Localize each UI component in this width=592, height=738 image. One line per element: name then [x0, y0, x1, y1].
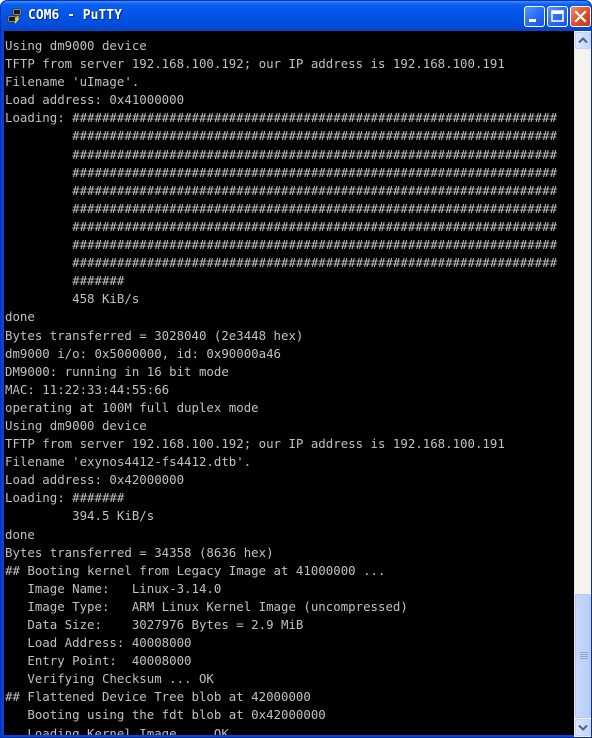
terminal-line: 394.5 KiB/s	[5, 508, 155, 524]
thumb-grip	[580, 652, 588, 653]
terminal-line: Bytes transferred = 3028040 (2e3448 hex)	[5, 327, 304, 343]
terminal-line: operating at 100M full duplex mode	[5, 399, 259, 415]
window-title: COM6 - PuTTY	[28, 8, 122, 23]
terminal-line: Loading Kernel Image ... OK	[5, 725, 229, 735]
terminal-line: ########################################…	[5, 255, 558, 271]
terminal-line: Image Type: ARM Linux Kernel Image (unco…	[5, 598, 408, 614]
maximize-button[interactable]	[547, 6, 568, 27]
terminal-line: Filename 'uImage'.	[5, 74, 140, 90]
terminal-line: TFTP from server 192.168.100.192; our IP…	[5, 436, 505, 452]
thumb-grip	[580, 654, 588, 655]
maximize-icon	[551, 10, 564, 22]
terminal-line: Loading: ###############################…	[5, 110, 558, 126]
terminal-line: ########################################…	[5, 164, 558, 180]
terminal-line: Image Name: Linux-3.14.0	[5, 580, 222, 596]
terminal-line: Using dm9000 device	[5, 38, 147, 53]
terminal-line: Using dm9000 device	[5, 417, 147, 433]
thumb-grip	[580, 658, 588, 659]
terminal-line: ## Booting kernel from Legacy Image at 4…	[5, 562, 386, 578]
terminal-line: ########################################…	[5, 237, 558, 253]
terminal-line: ########################################…	[5, 128, 558, 144]
terminal-line: MAC: 11:22:33:44:55:66	[5, 381, 170, 397]
minimize-icon	[529, 19, 536, 22]
putty-window: COM6 - PuTTY Using dm9000 device TFTP fro…	[0, 0, 592, 738]
terminal-line: 458 KiB/s	[5, 291, 140, 307]
terminal-line: ########################################…	[5, 182, 558, 198]
terminal-line: Loading: #######	[5, 490, 125, 506]
close-button[interactable]	[570, 6, 591, 27]
terminal-line: ########################################…	[5, 200, 558, 216]
chevron-up-icon	[578, 37, 588, 44]
terminal-line: done	[5, 526, 35, 542]
terminal-line: Filename 'exynos4412-fs4412.dtb'.	[5, 454, 252, 470]
terminal-line: Verifying Checksum ... OK	[5, 671, 214, 687]
terminal-line: Bytes transferred = 34358 (8636 hex)	[5, 544, 274, 560]
terminal-line: DM9000: running in 16 bit mode	[5, 363, 229, 379]
minimize-button[interactable]	[524, 6, 545, 27]
terminal-line: Load address: 0x41000000	[5, 92, 185, 108]
terminal-line: Entry Point: 40008000	[5, 653, 192, 669]
terminal-area[interactable]: Using dm9000 device TFTP from server 192.…	[4, 31, 588, 735]
terminal-output: Using dm9000 device TFTP from server 192.…	[5, 37, 575, 735]
scroll-down-button[interactable]	[575, 719, 591, 736]
scroll-up-button[interactable]	[575, 32, 591, 49]
terminal-line: Load Address: 40008000	[5, 635, 192, 651]
terminal-line: done	[5, 309, 35, 325]
terminal-line: Load address: 0x42000000	[5, 472, 185, 488]
close-icon	[574, 10, 587, 23]
vertical-scrollbar[interactable]	[574, 31, 591, 737]
terminal-line: TFTP from server 192.168.100.192; our IP…	[5, 56, 505, 72]
terminal-line: ########################################…	[5, 146, 558, 162]
terminal-line: ## Flattened Device Tree blob at 4200000…	[5, 689, 311, 705]
title-bar[interactable]: COM6 - PuTTY	[1, 1, 591, 31]
scrollbar-thumb[interactable]	[575, 594, 591, 718]
chevron-down-icon	[578, 724, 588, 731]
terminal-line: Data Size: 3027976 Bytes = 2.9 MiB	[5, 617, 304, 632]
terminal-line: dm9000 i/o: 0x5000000, id: 0x90000a46	[5, 345, 282, 361]
terminal-line: #######	[5, 273, 125, 289]
thumb-grip	[580, 656, 588, 657]
putty-icon[interactable]	[7, 8, 23, 24]
terminal-line: ########################################…	[5, 218, 558, 234]
terminal-line: Booting using the fdt blob at 0x42000000	[5, 707, 326, 723]
